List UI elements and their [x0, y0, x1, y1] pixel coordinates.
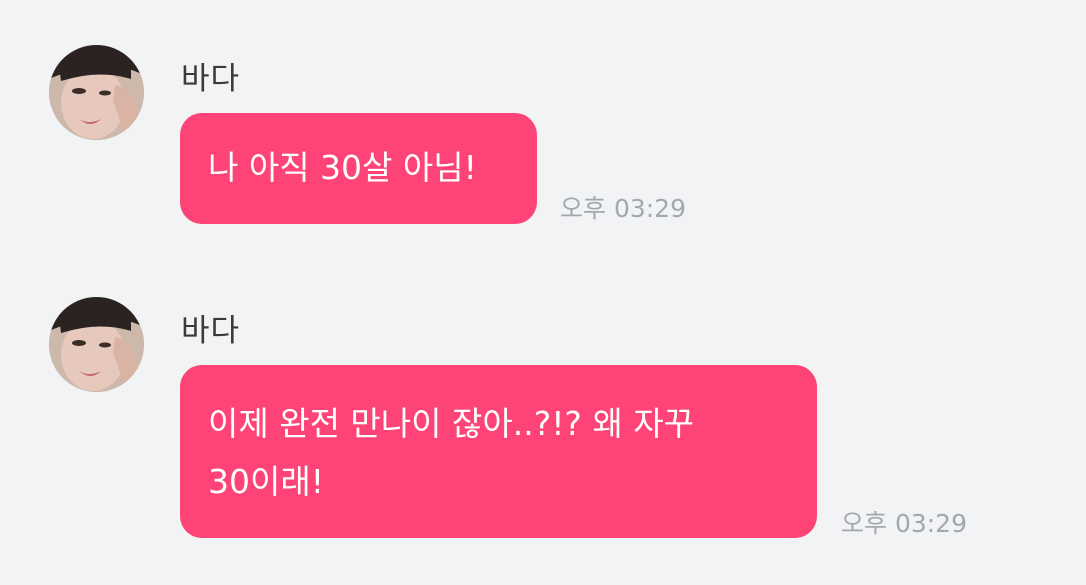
timestamp: 오후 03:29: [560, 194, 686, 223]
message-text: 나 아직 30살 아님!: [208, 148, 477, 187]
chat-screen: { "messages": [ { "sender": "바다", "lines…: [0, 0, 1086, 585]
avatar[interactable]: [49, 297, 144, 392]
sender-name: 바다: [181, 313, 241, 349]
avatar[interactable]: [49, 45, 144, 140]
message-bubble[interactable]: 나 아직 30살 아님!: [180, 113, 537, 224]
message-text: 이제 완전 만나이 잖아..?!? 왜 자꾸: [208, 404, 695, 443]
message-text: 30이래!: [208, 462, 324, 501]
message-bubble[interactable]: 이제 완전 만나이 잖아..?!? 왜 자꾸 30이래!: [180, 365, 817, 538]
timestamp: 오후 03:29: [841, 509, 967, 538]
profile-photo-icon: [49, 45, 144, 140]
sender-name: 바다: [181, 61, 241, 97]
profile-photo-icon: [49, 297, 144, 392]
